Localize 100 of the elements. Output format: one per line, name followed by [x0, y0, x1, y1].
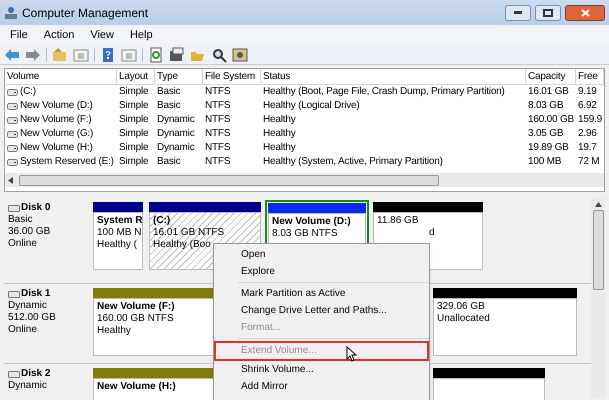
vertical-scrollbar[interactable] [591, 198, 605, 398]
partition-info: Healthy ( [97, 239, 138, 251]
refresh-icon[interactable] [148, 46, 164, 62]
table-cell: NTFS [205, 113, 230, 127]
scroll-up-icon[interactable] [594, 202, 602, 207]
partition-info: 160.00 GB NTFS [97, 313, 174, 325]
drive-icon [7, 144, 18, 152]
volume-name: New Volume (G:) [20, 127, 94, 141]
table-cell: Healthy (System, Active, Primary Partition) [263, 155, 443, 169]
partition-info: d [429, 227, 435, 239]
table-cell: Healthy [263, 127, 296, 141]
partition-info: New Volume (H:) [97, 381, 176, 393]
menu-item[interactable]: Shrink Volume... [214, 361, 429, 378]
menu-item[interactable]: Mark Partition as Active [214, 285, 429, 302]
disk-name: Disk 0 [21, 202, 50, 214]
volume-name: New Volume (D:) [20, 99, 93, 113]
magnifier-icon[interactable] [211, 46, 227, 62]
forward-arrow-icon[interactable] [25, 46, 41, 62]
table-cell: 19.7 [578, 141, 597, 155]
partition-info: 8.03 GB NTFS [272, 228, 338, 240]
partition-info: 100 MB N [97, 227, 142, 239]
maximize-button[interactable] [535, 4, 561, 20]
drive-icon [7, 130, 18, 138]
table-cell: Simple [119, 127, 148, 141]
table-cell: Simple [119, 113, 148, 127]
partition-info: New Volume (D:) [272, 216, 351, 228]
table-cell: 3.05 GB [528, 127, 564, 141]
disk-info: Basic [8, 214, 32, 226]
restore-icon [543, 8, 553, 16]
table-cell: NTFS [205, 99, 230, 113]
table-cell: Healthy (Boot, Page File, Crash Dump, Primary Partition) [263, 85, 505, 99]
table-cell: NTFS [205, 85, 230, 99]
menu-item[interactable]: Action [38, 26, 80, 44]
pane-icon[interactable] [121, 46, 137, 62]
menu-item[interactable]: Change Drive Letter and Paths... [214, 302, 429, 319]
table-cell: NTFS [205, 127, 230, 141]
disk-info: Dynamic [8, 300, 47, 312]
pane-icon[interactable] [73, 46, 89, 62]
partition-info: New Volume (F:) [97, 301, 175, 313]
table-cell: Healthy [263, 113, 296, 127]
volume-name: New Volume (H:) [20, 141, 93, 155]
column-header[interactable]: Capacity [528, 71, 566, 82]
column-header[interactable]: Type [157, 71, 178, 82]
scroll-thumb[interactable] [592, 210, 604, 290]
partition-info: (C:) [153, 215, 170, 227]
disk-info: Dynamic [8, 380, 47, 392]
table-cell: NTFS [205, 141, 230, 155]
table-cell: Healthy (Logical Drive) [263, 99, 360, 113]
window-title: Computer Management [22, 4, 150, 22]
column-header[interactable]: Volume [7, 71, 40, 82]
column-header[interactable]: Free [578, 71, 598, 82]
column-header[interactable]: Layout [119, 71, 148, 82]
table-cell: Healthy [263, 141, 296, 155]
table-cell: 16.01 GB [528, 85, 569, 99]
disk-info: 36.00 GB [8, 226, 50, 238]
table-cell: 160.00 GB [528, 113, 574, 127]
back-arrow-icon[interactable] [4, 46, 20, 62]
table-cell: 6.92 [578, 99, 597, 113]
volume-name: New Volume (F:) [20, 113, 92, 127]
column-header[interactable]: Status [263, 71, 290, 82]
menu-item[interactable]: Add Mirror [214, 378, 429, 395]
partition-header-bar [93, 202, 143, 212]
partition-info: 329.06 GB [437, 301, 485, 313]
help-icon[interactable] [100, 46, 116, 62]
minimize-button[interactable] [505, 4, 531, 20]
table-cell: Simple [119, 141, 148, 155]
partition-info: System R [97, 215, 143, 227]
partition-info: Healthy [97, 325, 131, 337]
scroll-thumb[interactable] [19, 174, 439, 186]
table-cell: 8.03 GB [528, 99, 564, 113]
disk-name: Disk 2 [21, 368, 50, 380]
table-cell: 72 M [578, 155, 600, 169]
table-cell: Basic [157, 99, 180, 113]
drive-icon [7, 102, 18, 110]
minimize-icon [514, 11, 522, 14]
drive-icon [7, 116, 18, 124]
drive-icon [7, 88, 18, 96]
table-cell: Dynamic [157, 141, 194, 155]
horizontal-scrollbar[interactable] [5, 173, 604, 187]
disk-info: Online [8, 324, 37, 336]
column-header[interactable]: File System [205, 71, 256, 82]
menu-item[interactable]: View [84, 26, 120, 44]
partition-info: Unallocated [437, 313, 490, 325]
volume-name: System Reserved (E:) [20, 155, 114, 169]
table-cell: Basic [157, 155, 180, 169]
table-cell: 159.9 [578, 113, 602, 127]
table-cell: Dynamic [157, 113, 194, 127]
partition-info: 11.86 GB [377, 215, 419, 227]
close-icon [580, 8, 590, 16]
menu-item[interactable]: File [4, 26, 34, 44]
drive-icon [7, 158, 18, 166]
menu-item[interactable]: Help [124, 26, 159, 44]
table-cell: Basic [157, 85, 180, 99]
partition-info: 16.01 GB NTFS [153, 227, 224, 239]
table-cell: 100 MB [528, 155, 562, 169]
table-cell: Simple [119, 99, 148, 113]
partition-info: Healthy (Boo [153, 239, 211, 251]
table-cell: 2.96 [578, 127, 597, 141]
close-button[interactable] [565, 4, 605, 20]
table-cell: NTFS [205, 155, 230, 169]
